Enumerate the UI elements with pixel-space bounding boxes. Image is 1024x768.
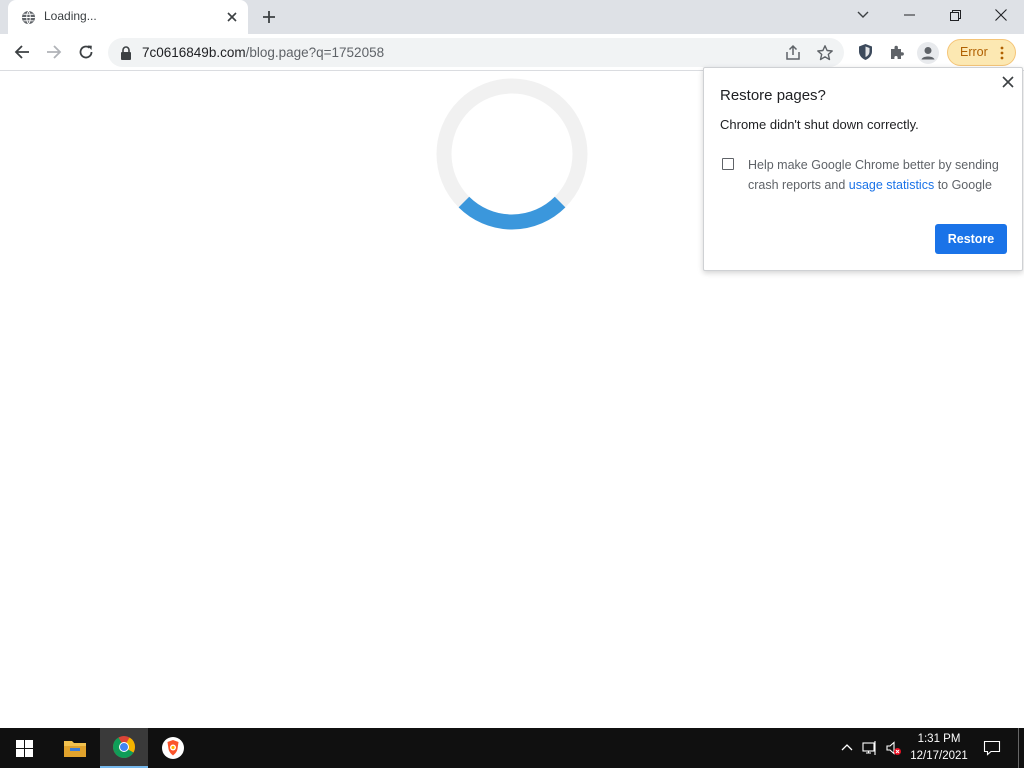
crash-reports-label: Help make Google Chrome better by sendin…: [748, 155, 1010, 195]
reload-button[interactable]: [76, 42, 96, 62]
extensions-puzzle-icon[interactable]: [889, 44, 905, 60]
url-path: /blog.page?q=1752058: [245, 45, 385, 60]
profile-avatar[interactable]: [917, 42, 939, 64]
notifications-icon[interactable]: [983, 739, 1001, 757]
tab-close-icon[interactable]: [225, 10, 239, 24]
person-icon: [921, 47, 935, 60]
error-menu-button[interactable]: Error: [947, 39, 1016, 66]
restore-button[interactable]: Restore: [935, 224, 1007, 254]
folder-icon: [64, 741, 86, 757]
back-arrow-icon: [14, 45, 29, 59]
windows-logo-icon: [15, 739, 33, 757]
share-icon[interactable]: [784, 44, 802, 62]
more-vert-icon: [1000, 46, 1004, 60]
taskbar-clock[interactable]: 1:31 PM 12/17/2021: [906, 731, 972, 765]
back-button[interactable]: [12, 42, 32, 62]
globe-icon: [21, 10, 36, 25]
address-bar[interactable]: 7c0616849b.com/blog.page?q=1752058: [108, 38, 844, 67]
clock-date: 12/17/2021: [910, 750, 968, 762]
close-window-button[interactable]: [978, 0, 1024, 30]
tab-title: Loading...: [44, 9, 97, 23]
restore-window-icon: [949, 9, 961, 21]
tab-loading[interactable]: Loading...: [8, 0, 248, 34]
brave-logo-icon: [162, 737, 184, 759]
minimize-icon: [903, 14, 915, 16]
close-icon: [995, 9, 1007, 21]
reload-icon: [79, 45, 93, 59]
tab-strip: Loading...: [0, 0, 1024, 34]
restore-pages-dialog: Restore pages? Chrome didn't shut down c…: [703, 67, 1023, 271]
chevron-down-icon: [857, 11, 869, 18]
dialog-close-icon[interactable]: [1002, 76, 1014, 88]
browser-toolbar: 7c0616849b.com/blog.page?q=1752058 3: [0, 34, 1024, 99]
start-button[interactable]: [0, 728, 48, 768]
network-icon[interactable]: [862, 740, 878, 756]
lock-icon[interactable]: [120, 46, 132, 60]
spinner-progress-arc: [458, 196, 566, 230]
forward-button[interactable]: [44, 42, 64, 62]
help-text-post: to Google: [934, 178, 992, 192]
crash-reports-checkbox[interactable]: [722, 158, 734, 170]
shield-extension-icon[interactable]: [857, 43, 874, 61]
clock-time: 1:31 PM: [917, 733, 961, 745]
volume-muted-icon[interactable]: [885, 740, 901, 756]
restore-window-button[interactable]: [932, 0, 978, 30]
minimize-button[interactable]: [886, 0, 932, 30]
url-text[interactable]: 7c0616849b.com/blog.page?q=1752058: [142, 45, 384, 60]
brave-taskbar-button[interactable]: [149, 728, 197, 768]
usage-statistics-link[interactable]: usage statistics: [849, 178, 934, 192]
dialog-message: Chrome didn't shut down correctly.: [720, 117, 919, 132]
loading-spinner: [436, 78, 588, 230]
error-label: Error: [960, 45, 988, 59]
windows-taskbar: 1:31 PM 12/17/2021: [0, 728, 1024, 768]
new-tab-plus-icon[interactable]: [261, 9, 277, 25]
forward-arrow-icon: [47, 45, 62, 59]
chevron-up-icon[interactable]: [839, 740, 855, 756]
bookmark-star-icon[interactable]: [816, 44, 834, 62]
chrome-taskbar-button[interactable]: [100, 728, 148, 768]
chrome-logo-icon: [113, 736, 135, 758]
url-domain: 7c0616849b.com: [142, 45, 246, 60]
show-desktop-divider[interactable]: [1018, 728, 1019, 768]
dialog-title: Restore pages?: [720, 87, 826, 104]
tab-search-button[interactable]: [840, 0, 886, 30]
file-explorer-taskbar-button[interactable]: [51, 728, 99, 768]
